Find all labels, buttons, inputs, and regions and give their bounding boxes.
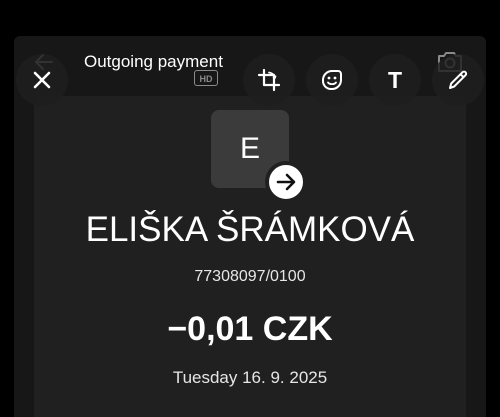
crop-rotate-icon bbox=[257, 68, 281, 92]
pen-button[interactable] bbox=[432, 54, 484, 106]
pen-icon bbox=[449, 70, 468, 89]
sticker-button[interactable] bbox=[306, 54, 358, 106]
text-tool-label: T bbox=[387, 67, 403, 93]
hd-badge[interactable]: HD bbox=[194, 70, 218, 86]
text-tool-button[interactable]: T bbox=[369, 54, 421, 106]
payment-card: E ELIŠKA ŠRÁMKOVÁ 77308097/0100 −0,01 CZ… bbox=[34, 96, 466, 417]
image-editor: Outgoing payment HD E ELIŠKA ŠRÁMKOVÁ 77… bbox=[0, 0, 500, 417]
page-title: Outgoing payment bbox=[84, 52, 223, 71]
payment-amount: −0,01 CZK bbox=[167, 310, 333, 348]
sticker-icon bbox=[322, 70, 342, 90]
arrow-right-icon bbox=[276, 173, 296, 191]
close-icon bbox=[33, 71, 51, 89]
recipient-name: ELIŠKA ŠRÁMKOVÁ bbox=[85, 210, 415, 249]
avatar-wrap: E bbox=[211, 110, 307, 203]
outgoing-direction-badge bbox=[265, 161, 307, 203]
account-number: 77308097/0100 bbox=[194, 268, 306, 285]
crop-rotate-button[interactable] bbox=[243, 54, 295, 106]
close-button[interactable] bbox=[16, 54, 68, 106]
payment-date: Tuesday 16. 9. 2025 bbox=[172, 368, 328, 387]
